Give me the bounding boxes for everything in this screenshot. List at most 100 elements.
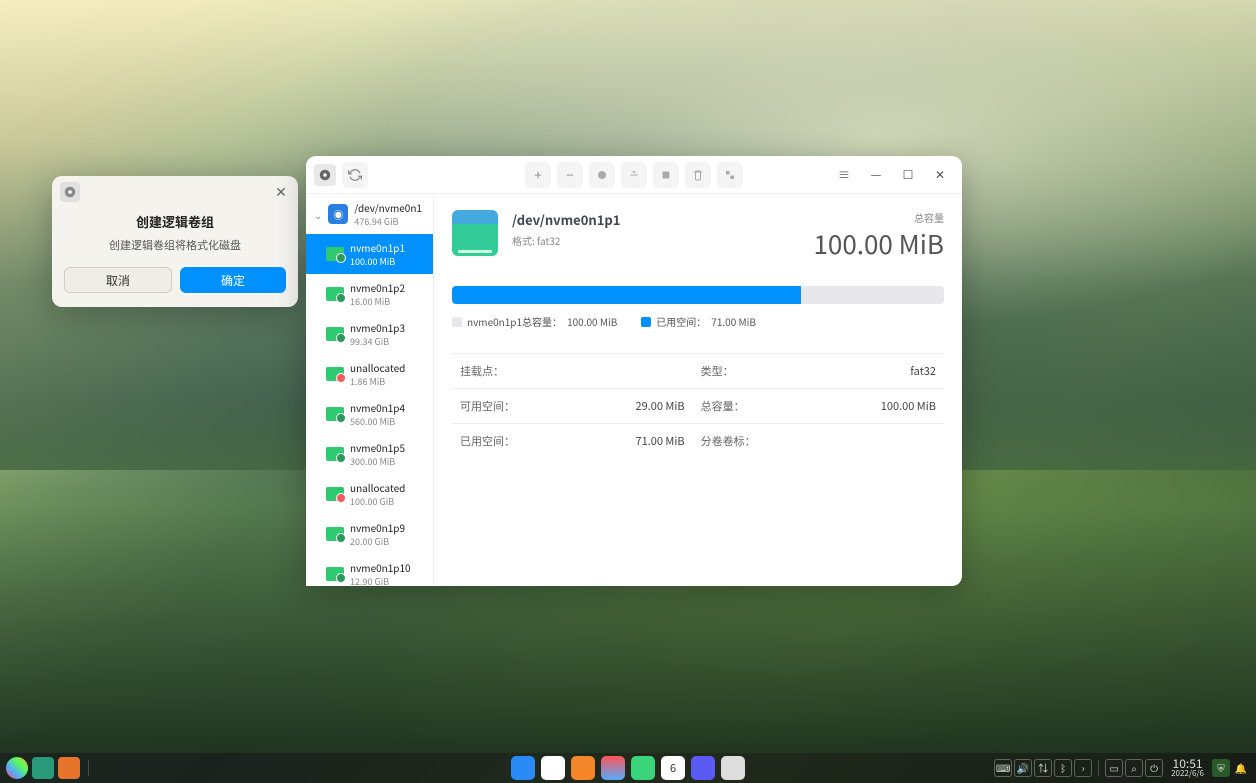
disk-icon	[60, 182, 80, 202]
delete-button[interactable]	[685, 162, 711, 188]
partition-name: nvme0n1p4	[350, 400, 405, 415]
partition-icon	[326, 327, 344, 341]
total-value: 100.00 MiB	[818, 389, 944, 424]
ok-button[interactable]: 确定	[180, 267, 286, 293]
dock-app-store[interactable]	[571, 756, 595, 780]
disk-size: 476.94 GiB	[354, 215, 422, 228]
tray-shield-icon[interactable]: ⛨	[1212, 759, 1230, 777]
confirm-dialog: ✕ 创建逻辑卷组 创建逻辑卷组将格式化磁盘 取消 确定	[52, 176, 298, 307]
grid-icon[interactable]	[58, 757, 80, 779]
partition-icon	[326, 247, 344, 261]
refresh-button[interactable]	[342, 162, 368, 188]
partition-name: nvme0n1p2	[350, 280, 405, 295]
avail-label: 可用空间：	[452, 389, 577, 424]
partition-size: 16.00 MiB	[350, 295, 405, 308]
type-value: fat32	[818, 354, 944, 389]
dock-app-photos[interactable]	[601, 756, 625, 780]
disk-manager-window: + − ≡ — ☐ ✕ ⌄ ◉ /dev/nvme0n1 476.94 GiB	[306, 156, 962, 586]
partition-sidebar[interactable]: ⌄ ◉ /dev/nvme0n1 476.94 GiB nvme0n1p1 10…	[306, 194, 434, 586]
partition-item[interactable]: nvme0n1p3 99.34 GiB	[306, 314, 433, 354]
dock-app-2[interactable]	[541, 756, 565, 780]
format-label: 格式:	[512, 233, 535, 248]
partition-item[interactable]: unallocated 1.86 MiB	[306, 354, 433, 394]
menu-button[interactable]: ≡	[830, 161, 858, 189]
format-value: fat32	[537, 233, 560, 248]
tray-notification-icon[interactable]: 🔔	[1232, 759, 1250, 777]
partition-item[interactable]: nvme0n1p5 300.00 MiB	[306, 434, 433, 474]
tray-search-icon[interactable]: ⌕	[1125, 759, 1143, 777]
partition-name: nvme0n1p10	[350, 560, 411, 575]
avail-value: 29.00 MiB	[577, 389, 692, 424]
legend-used: 已用空间： 71.00 MiB	[641, 314, 756, 329]
dialog-titlebar: ✕	[52, 176, 298, 208]
partition-detail: /dev/nvme0n1p1 格式: fat32 总容量 100.00 MiB	[434, 194, 962, 586]
partition-icon	[326, 367, 344, 381]
tray-chevron-icon[interactable]: ›	[1074, 759, 1092, 777]
partition-name: unallocated	[350, 360, 405, 375]
tray-volume-icon[interactable]: 🔊	[1014, 759, 1032, 777]
partition-size: 300.00 MiB	[350, 455, 405, 468]
cancel-button[interactable]: 取消	[64, 267, 172, 293]
add-partition-button[interactable]: +	[525, 162, 551, 188]
partition-size: 560.00 MiB	[350, 415, 405, 428]
erase-button[interactable]	[621, 162, 647, 188]
partition-icon	[326, 487, 344, 501]
table-row: 已用空间： 71.00 MiB 分卷卷标：	[452, 424, 944, 459]
details-table: 挂载点： 类型： fat32 可用空间： 29.00 MiB 总容量： 100.…	[452, 353, 944, 458]
volume-group-button[interactable]	[717, 162, 743, 188]
partition-name: unallocated	[350, 480, 405, 495]
dock: 6	[511, 756, 745, 780]
format-button[interactable]	[589, 162, 615, 188]
partition-item[interactable]: nvme0n1p10 12.90 GiB	[306, 554, 433, 586]
partition-size: 100.00 MiB	[350, 255, 405, 268]
multitask-icon[interactable]	[32, 757, 54, 779]
toolbar: + −	[525, 162, 743, 188]
partition-item[interactable]: nvme0n1p2 16.00 MiB	[306, 274, 433, 314]
window-close-button[interactable]: ✕	[926, 161, 954, 189]
chevron-down-icon: ⌄	[314, 207, 322, 222]
launcher-icon[interactable]	[6, 757, 28, 779]
disk-name: /dev/nvme0n1	[354, 200, 422, 215]
mount-button[interactable]	[653, 162, 679, 188]
tray-power-icon[interactable]: ⏻	[1145, 759, 1163, 777]
dock-app-1[interactable]	[511, 756, 535, 780]
tray-bluetooth-icon[interactable]: ᛒ	[1054, 759, 1072, 777]
partition-icon	[326, 447, 344, 461]
partition-item[interactable]: unallocated 100.00 GiB	[306, 474, 433, 514]
close-icon[interactable]: ✕	[272, 183, 290, 201]
partition-item[interactable]: nvme0n1p4 560.00 MiB	[306, 394, 433, 434]
partition-name: nvme0n1p3	[350, 320, 405, 335]
capacity-label: 总容量	[813, 210, 944, 225]
partition-item[interactable]: nvme0n1p9 20.00 GiB	[306, 514, 433, 554]
partition-icon	[452, 210, 498, 256]
dock-app-diskmanager[interactable]	[721, 756, 745, 780]
window-maximize-button[interactable]: ☐	[894, 161, 922, 189]
window-minimize-button[interactable]: —	[862, 161, 890, 189]
usage-bar	[452, 286, 944, 304]
dock-app-music[interactable]	[631, 756, 655, 780]
partition-name: nvme0n1p9	[350, 520, 405, 535]
capacity-value: 100.00 MiB	[813, 225, 944, 262]
legend-total: nvme0n1p1总容量： 100.00 MiB	[452, 314, 617, 329]
partition-name: nvme0n1p5	[350, 440, 405, 455]
partition-icon	[326, 407, 344, 421]
remove-partition-button[interactable]: −	[557, 162, 583, 188]
tray-folder-icon[interactable]: ▭	[1105, 759, 1123, 777]
partition-item[interactable]: nvme0n1p1 100.00 MiB	[306, 234, 433, 274]
dialog-title: 创建逻辑卷组	[64, 212, 286, 231]
disk-icon: ◉	[328, 204, 348, 224]
type-label: 类型：	[693, 354, 818, 389]
total-label: 总容量：	[693, 389, 818, 424]
volume-label-label: 分卷卷标：	[693, 424, 818, 459]
clock-date: 2022/6/6	[1171, 770, 1204, 779]
app-icon	[314, 164, 336, 186]
dock-app-settings[interactable]	[691, 756, 715, 780]
table-row: 挂载点： 类型： fat32	[452, 354, 944, 389]
tray-keyboard-icon[interactable]: ⌨	[994, 759, 1012, 777]
dock-app-calendar[interactable]: 6	[661, 756, 685, 780]
partition-icon	[326, 567, 344, 581]
partition-icon	[326, 287, 344, 301]
tray-network-icon[interactable]: ⇅	[1034, 759, 1052, 777]
taskbar-clock[interactable]: 10:51 2022/6/6	[1171, 757, 1204, 779]
disk-header[interactable]: ⌄ ◉ /dev/nvme0n1 476.94 GiB	[306, 194, 433, 234]
